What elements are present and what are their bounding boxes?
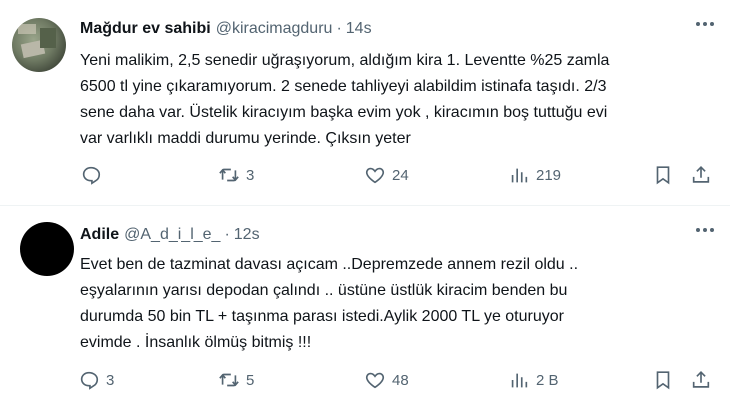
heart-icon (365, 167, 385, 184)
views-icon (511, 373, 528, 388)
share-button[interactable] (690, 369, 712, 391)
view-count: 2 B (536, 371, 559, 389)
reply-button[interactable] (80, 164, 108, 186)
retweet-button[interactable]: 5 (218, 369, 254, 391)
bookmark-button[interactable] (652, 164, 674, 186)
views-icon (511, 168, 528, 183)
tweet-text: Evet ben de tazminat davası açıcam ..Dep… (80, 256, 579, 351)
retweet-count: 5 (246, 371, 255, 389)
like-count: 24 (392, 166, 409, 184)
display-name[interactable]: Adile (80, 226, 119, 244)
share-button[interactable] (690, 164, 712, 186)
reply-icon (82, 166, 101, 185)
retweet-icon (219, 168, 239, 182)
tweet-actions: 3 5 48 2 B (0, 369, 730, 393)
avatar[interactable] (20, 222, 74, 276)
share-icon (692, 166, 710, 183)
more-icon[interactable] (696, 22, 714, 26)
tweet-text: Yeni malikim, 2,5 senedir uğraşıyorum, a… (80, 52, 610, 147)
bookmark-button[interactable] (652, 369, 674, 391)
reply-button[interactable]: 3 (78, 369, 114, 391)
tweet-2[interactable]: Adile @A_d_i_l_e_ · 12s Evet ben de tazm… (0, 206, 730, 420)
tweet-header: Adile @A_d_i_l_e_ · 12s (80, 226, 260, 244)
retweet-icon (219, 373, 239, 387)
separator-dot: · (224, 226, 230, 243)
reply-icon (80, 371, 99, 390)
tweet-header: Mağdur ev sahibi @kiracimagduru · 14s (80, 20, 372, 38)
reply-count: 3 (106, 371, 115, 389)
bookmark-icon (656, 371, 670, 390)
timestamp[interactable]: 14s (346, 20, 372, 38)
share-icon (692, 371, 710, 388)
separator-dot: · (336, 20, 342, 37)
tweet-actions: 3 24 219 (0, 164, 730, 188)
retweet-button[interactable]: 3 (218, 164, 254, 186)
like-button[interactable]: 48 (364, 369, 409, 391)
bookmark-icon (656, 166, 670, 185)
views-button[interactable]: 2 B (508, 369, 559, 391)
retweet-count: 3 (246, 166, 255, 184)
like-button[interactable]: 24 (364, 164, 409, 186)
view-count: 219 (536, 166, 562, 184)
avatar[interactable] (12, 18, 66, 72)
timestamp[interactable]: 12s (234, 226, 260, 244)
views-button[interactable]: 219 (508, 164, 561, 186)
more-icon[interactable] (696, 228, 714, 232)
tweet-1[interactable]: Mağdur ev sahibi @kiracimagduru · 14s Ye… (0, 0, 730, 206)
user-handle[interactable]: @A_d_i_l_e_ (124, 226, 220, 244)
user-handle[interactable]: @kiracimagduru (216, 20, 333, 38)
like-count: 48 (392, 371, 409, 389)
heart-icon (365, 372, 385, 389)
display-name[interactable]: Mağdur ev sahibi (80, 20, 211, 38)
